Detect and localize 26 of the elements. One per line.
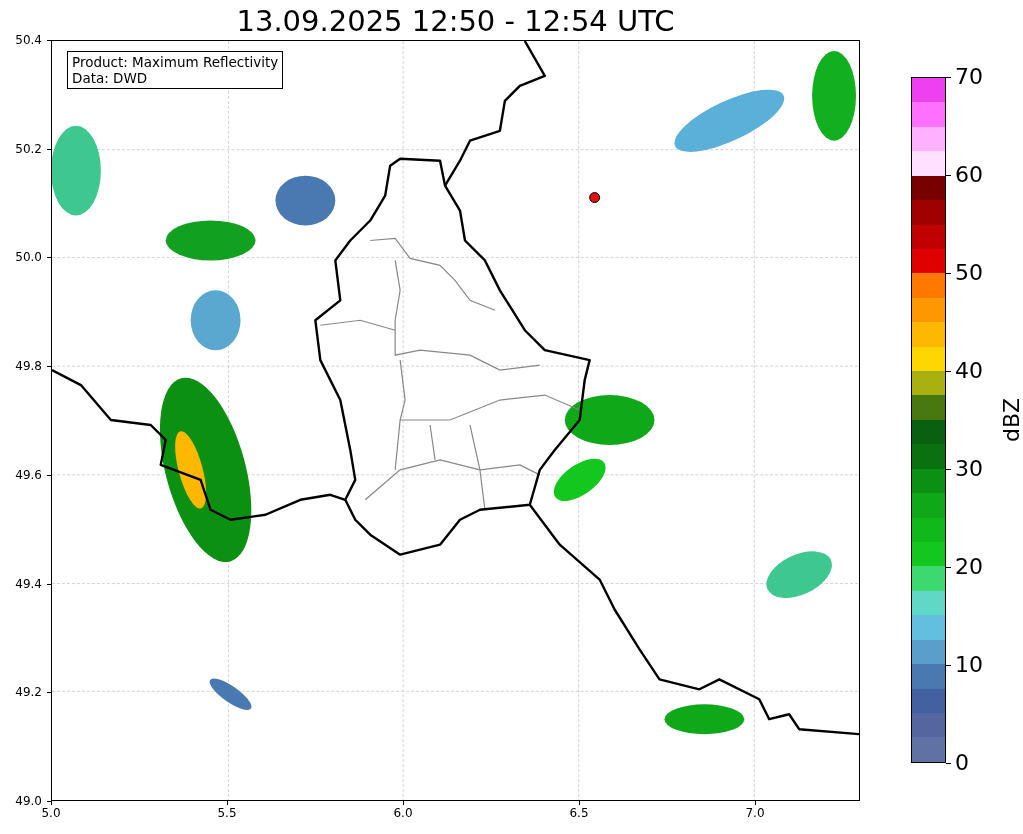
scale-tick-label: 30 xyxy=(955,457,983,481)
axis-tick-label: 50.4 xyxy=(15,33,42,47)
info-text: Data: DWD xyxy=(72,70,149,86)
axis-tick-label: 5.0 xyxy=(41,806,61,820)
axis-tick-label: 5.5 xyxy=(217,806,237,820)
axis-tick-label: 50.0 xyxy=(15,250,42,265)
axis-tick-label: 6.0 xyxy=(393,806,413,820)
scale-tick-label: 0 xyxy=(955,751,969,775)
axis-tick-label: 49.2 xyxy=(15,685,42,700)
scale-tick-label: 20 xyxy=(955,555,983,579)
scale-tick-label: 10 xyxy=(955,653,983,677)
unit-label: dBZ xyxy=(1000,397,1023,443)
scale-tick-label: 70 xyxy=(955,65,983,89)
scale-tick-label: 40 xyxy=(955,359,983,383)
axis-tick-label: 49.6 xyxy=(15,467,42,482)
axis-tick-label: 6.5 xyxy=(569,806,589,820)
info-text: Product: Maximum Reflectivity xyxy=(72,54,279,70)
axis-tick-label: 7.0 xyxy=(745,806,765,820)
axis-tick-label: 49.4 xyxy=(15,576,42,591)
axis-tick-label: 50.2 xyxy=(15,141,42,156)
axis-tick-label: 49.8 xyxy=(15,359,42,374)
tick-mark xyxy=(946,763,951,764)
scale-tick-label: 60 xyxy=(955,163,983,187)
chart-title: 13.09.2025 12:50 - 12:54 UTC xyxy=(236,3,675,39)
axis-tick-label: 49.0 xyxy=(15,794,42,808)
scale-tick-label: 50 xyxy=(955,261,983,285)
